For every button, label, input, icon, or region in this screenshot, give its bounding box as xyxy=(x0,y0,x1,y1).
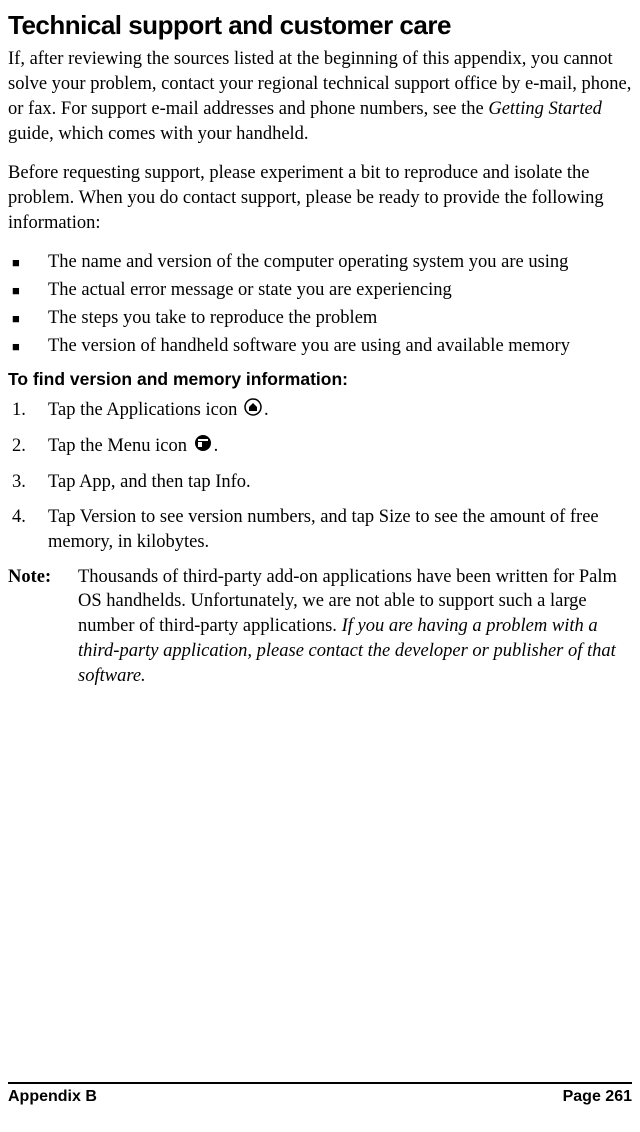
steps-list: Tap the Applications icon . Tap the Menu… xyxy=(8,398,632,555)
step2-pre: Tap the Menu icon xyxy=(48,436,192,456)
step1-pre: Tap the Applications icon xyxy=(48,400,242,420)
step2-post: . xyxy=(214,436,219,456)
step-3: Tap App, and then tap Info. xyxy=(8,470,632,495)
footer-right: Page 261 xyxy=(563,1088,632,1106)
intro-paragraph-2: Before requesting support, please experi… xyxy=(8,161,632,236)
list-item: The steps you take to reproduce the prob… xyxy=(8,306,632,331)
page-footer: Appendix B Page 261 xyxy=(8,1082,632,1106)
list-item: The actual error message or state you ar… xyxy=(8,278,632,303)
list-item: The name and version of the computer ope… xyxy=(8,250,632,275)
step1-post: . xyxy=(264,400,269,420)
note-block: Note: Thousands of third-party add-on ap… xyxy=(8,565,632,690)
menu-icon xyxy=(194,434,212,460)
para1-post: guide, which comes with your handheld. xyxy=(8,124,309,144)
section-heading: Technical support and customer care xyxy=(8,10,632,41)
step-2: Tap the Menu icon . xyxy=(8,434,632,460)
applications-icon xyxy=(244,398,262,424)
info-bullet-list: The name and version of the computer ope… xyxy=(8,250,632,359)
intro-paragraph-1: If, after reviewing the sources listed a… xyxy=(8,47,632,147)
para1-italic: Getting Started xyxy=(488,99,602,119)
subheading: To find version and memory information: xyxy=(8,369,632,390)
step-1: Tap the Applications icon . xyxy=(8,398,632,424)
note-label: Note: xyxy=(8,565,78,690)
list-item: The version of handheld software you are… xyxy=(8,334,632,359)
step-4: Tap Version to see version numbers, and … xyxy=(8,505,632,555)
note-text: Thousands of third-party add-on applicat… xyxy=(78,565,632,690)
footer-left: Appendix B xyxy=(8,1088,97,1106)
